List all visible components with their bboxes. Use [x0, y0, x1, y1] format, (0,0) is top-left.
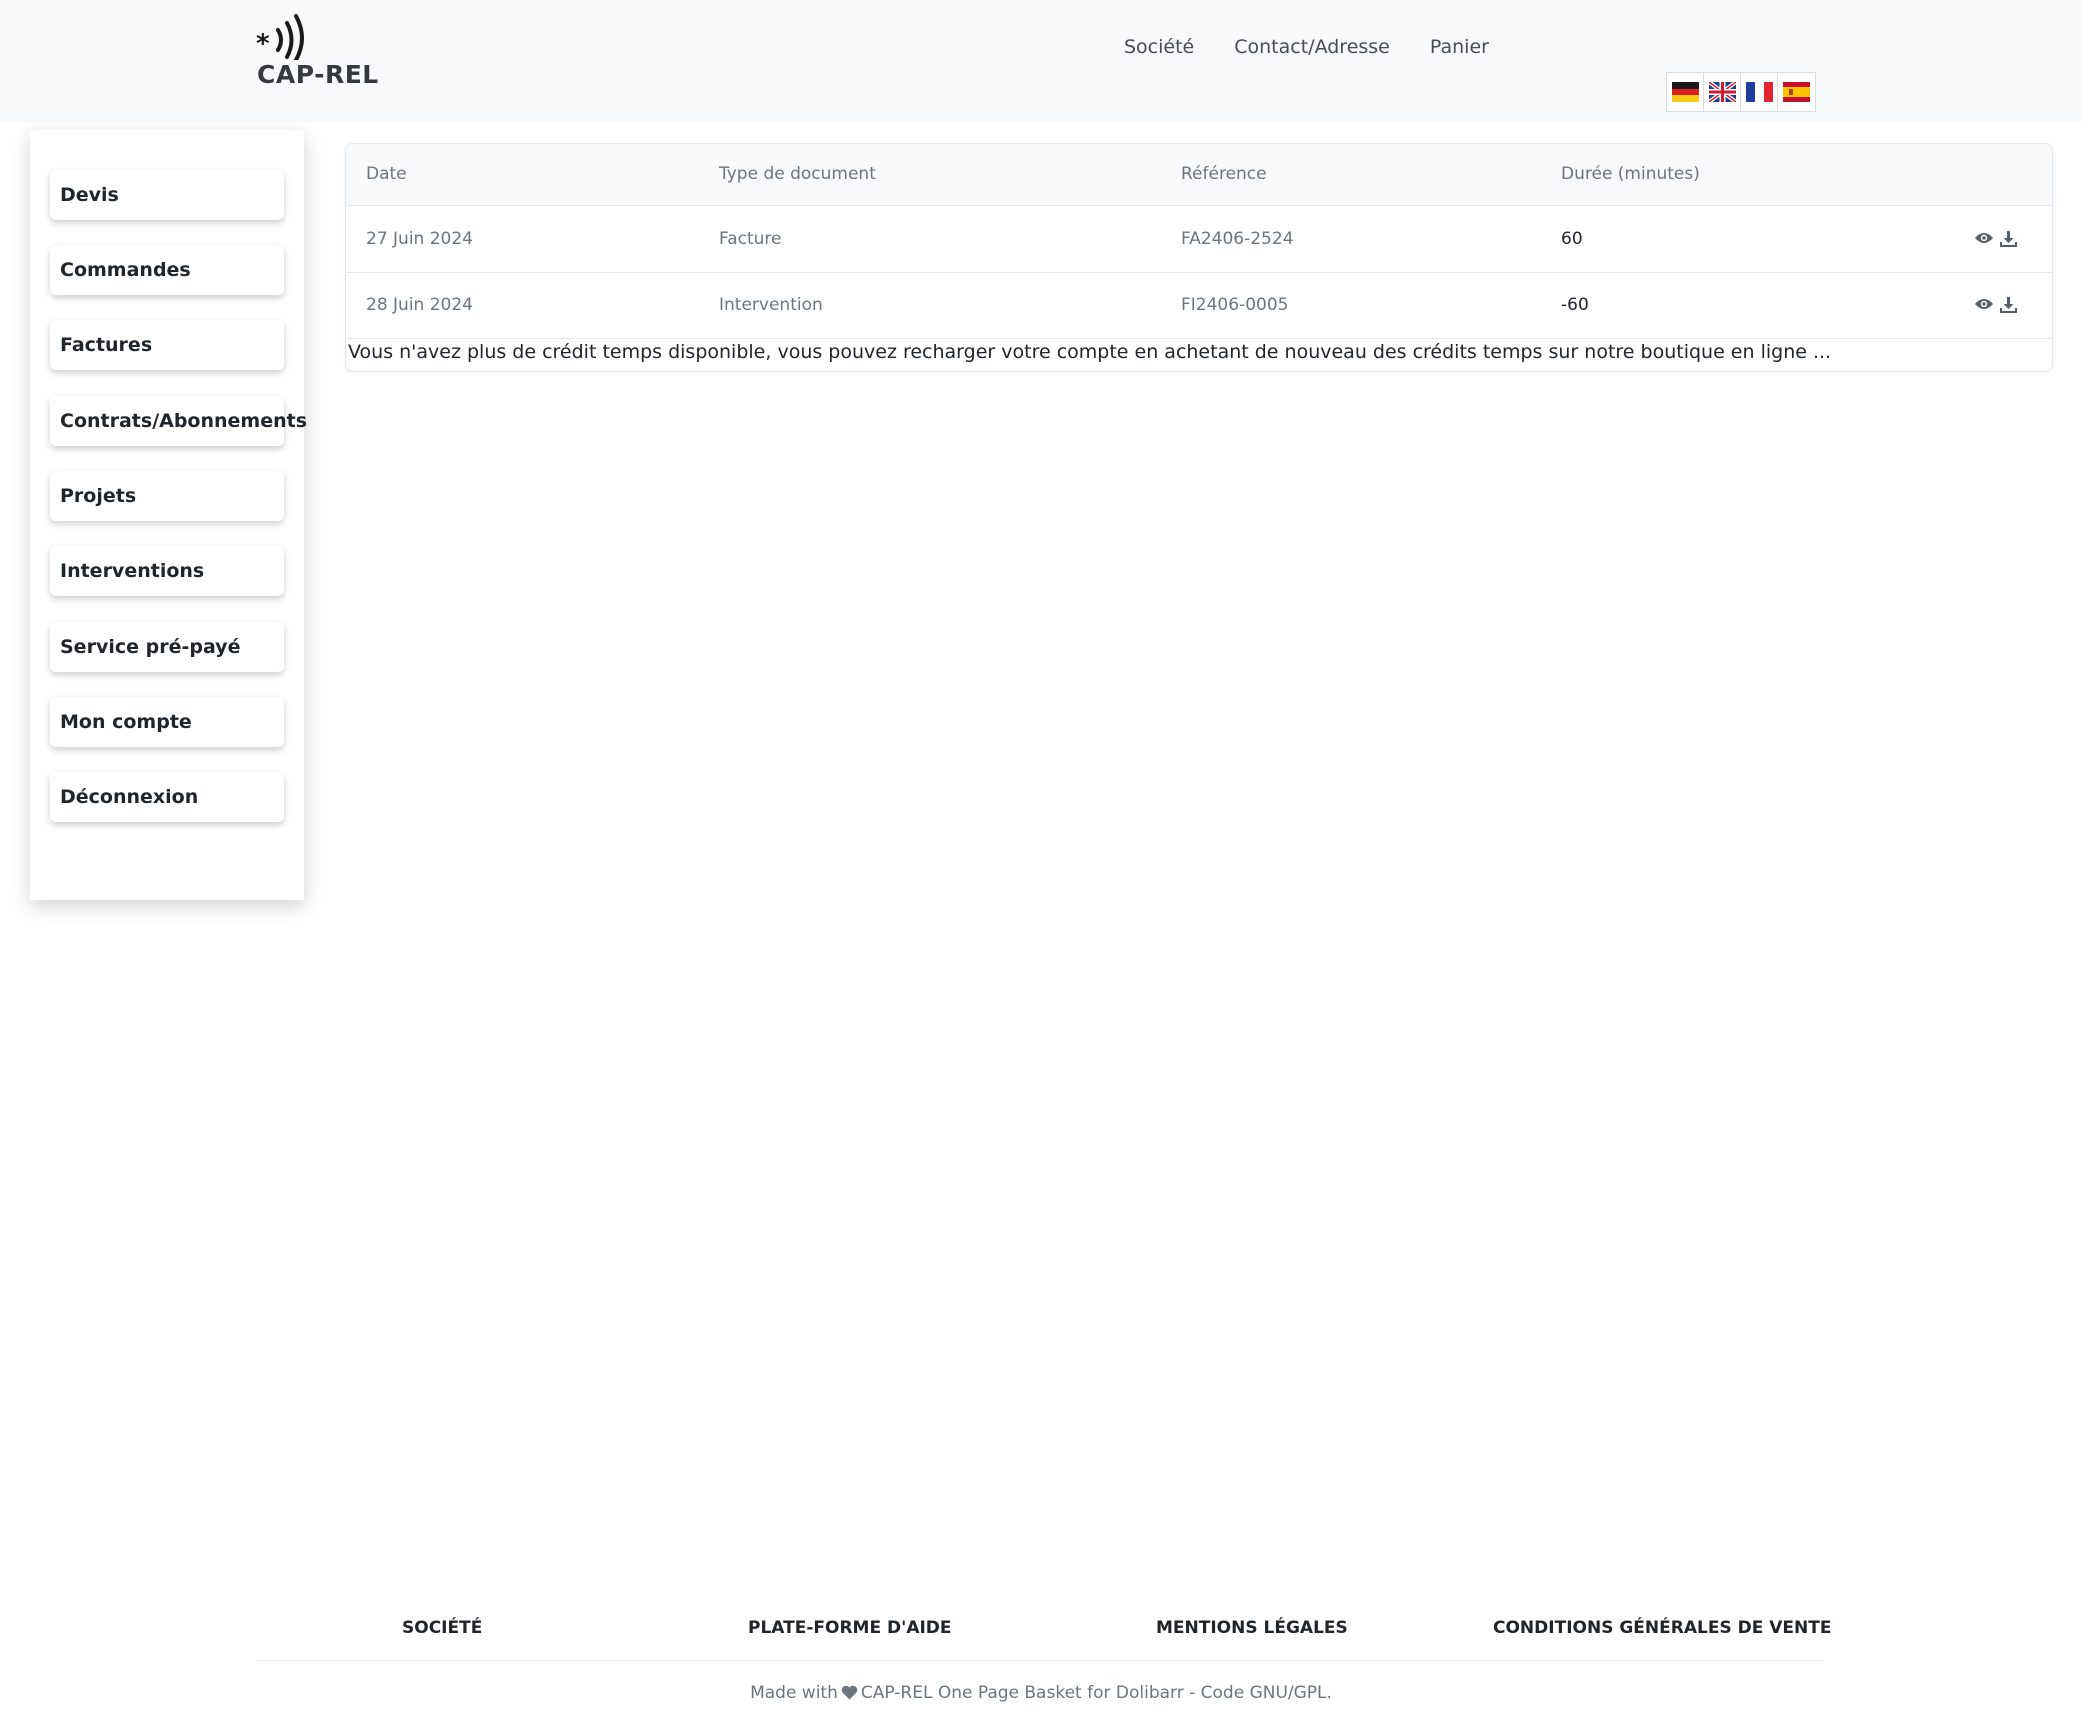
footer-link-societe[interactable]: SOCIÉTÉ — [402, 1618, 482, 1638]
sidebar-item-service-pre-paye[interactable]: Service pré-payé — [50, 622, 284, 672]
prepaid-service-table: Date Type de document Référence Durée (m… — [345, 143, 2053, 372]
sidebar-item-devis[interactable]: Devis — [50, 170, 284, 220]
nav-link-contact-adresse[interactable]: Contact/Adresse — [1214, 32, 1410, 62]
footer-link-plate-forme-aide[interactable]: PLATE-FORME D'AIDE — [748, 1618, 952, 1638]
language-switcher — [1666, 72, 1816, 112]
sidebar-item-factures[interactable]: Factures — [50, 320, 284, 370]
row-actions — [1974, 228, 2018, 248]
flag-germany-icon[interactable] — [1667, 73, 1704, 111]
footer-credit: Made with CAP-REL One Page Basket for Dol… — [0, 1683, 2082, 1705]
nav-link-panier[interactable]: Panier — [1410, 32, 1509, 62]
view-icon[interactable] — [1974, 294, 1994, 314]
cell-date: 27 Juin 2024 — [366, 229, 473, 249]
table-row: 27 Juin 2024 Facture FA2406-2524 60 — [346, 206, 2052, 273]
sidebar-item-interventions[interactable]: Interventions — [50, 546, 284, 596]
cell-document-type: Facture — [719, 229, 782, 249]
sidebar-item-projets[interactable]: Projets — [50, 471, 284, 521]
footer-links: SOCIÉTÉ PLATE-FORME D'AIDE MENTIONS LÉGA… — [256, 1610, 1831, 1650]
sidebar-item-commandes[interactable]: Commandes — [50, 245, 284, 295]
flag-france-icon[interactable] — [1741, 73, 1778, 111]
flag-spain-icon[interactable] — [1778, 73, 1815, 111]
flag-uk-icon[interactable] — [1704, 73, 1741, 111]
site-header: * CAP-REL Société Contact/Adresse Panier — [0, 0, 2082, 122]
sidebar-item-deconnexion[interactable]: Déconnexion — [50, 772, 284, 822]
svg-text:*: * — [256, 29, 270, 59]
sidebar-menu: Devis Commandes Factures Contrats/Abonne… — [30, 130, 307, 900]
heart-icon — [841, 1685, 858, 1705]
cell-reference: FI2406-0005 — [1181, 295, 1289, 315]
footer-divider — [256, 1660, 1824, 1661]
brand-name: CAP-REL — [257, 60, 379, 89]
cell-document-type: Intervention — [719, 295, 823, 315]
column-header-date: Date — [366, 164, 407, 184]
cell-duration: -60 — [1561, 295, 1589, 315]
table-header: Date Type de document Référence Durée (m… — [346, 144, 2052, 206]
sidebar-item-mon-compte[interactable]: Mon compte — [50, 697, 284, 747]
cell-date: 28 Juin 2024 — [366, 295, 473, 315]
cell-reference: FA2406-2524 — [1181, 229, 1294, 249]
brand-logo[interactable]: * CAP-REL — [256, 10, 379, 94]
footer-link-mentions-legales[interactable]: MENTIONS LÉGALES — [1156, 1618, 1348, 1638]
column-header-document-type: Type de document — [719, 164, 876, 184]
cell-duration: 60 — [1561, 229, 1583, 249]
wireless-signal-icon: * — [256, 14, 304, 60]
nav-link-societe[interactable]: Société — [1104, 32, 1214, 62]
row-actions — [1974, 294, 2018, 314]
column-header-reference: Référence — [1181, 164, 1267, 184]
download-icon[interactable] — [1998, 294, 2018, 314]
sidebar-item-contrats-abonnements[interactable]: Contrats/Abonnements — [50, 396, 307, 446]
footer-link-cgv[interactable]: CONDITIONS GÉNÉRALES DE VENTE — [1493, 1618, 1831, 1638]
no-credit-notice: Vous n'avez plus de crédit temps disponi… — [348, 341, 1832, 363]
table-row: 28 Juin 2024 Intervention FI2406-0005 -6… — [346, 272, 2052, 339]
download-icon[interactable] — [1998, 228, 2018, 248]
top-navigation: Société Contact/Adresse Panier — [1104, 32, 1509, 62]
credit-prefix: Made with — [750, 1683, 838, 1703]
column-header-duration: Durée (minutes) — [1561, 164, 1700, 184]
credit-text: CAP-REL One Page Basket for Dolibarr - C… — [860, 1683, 1332, 1703]
view-icon[interactable] — [1974, 228, 1994, 248]
